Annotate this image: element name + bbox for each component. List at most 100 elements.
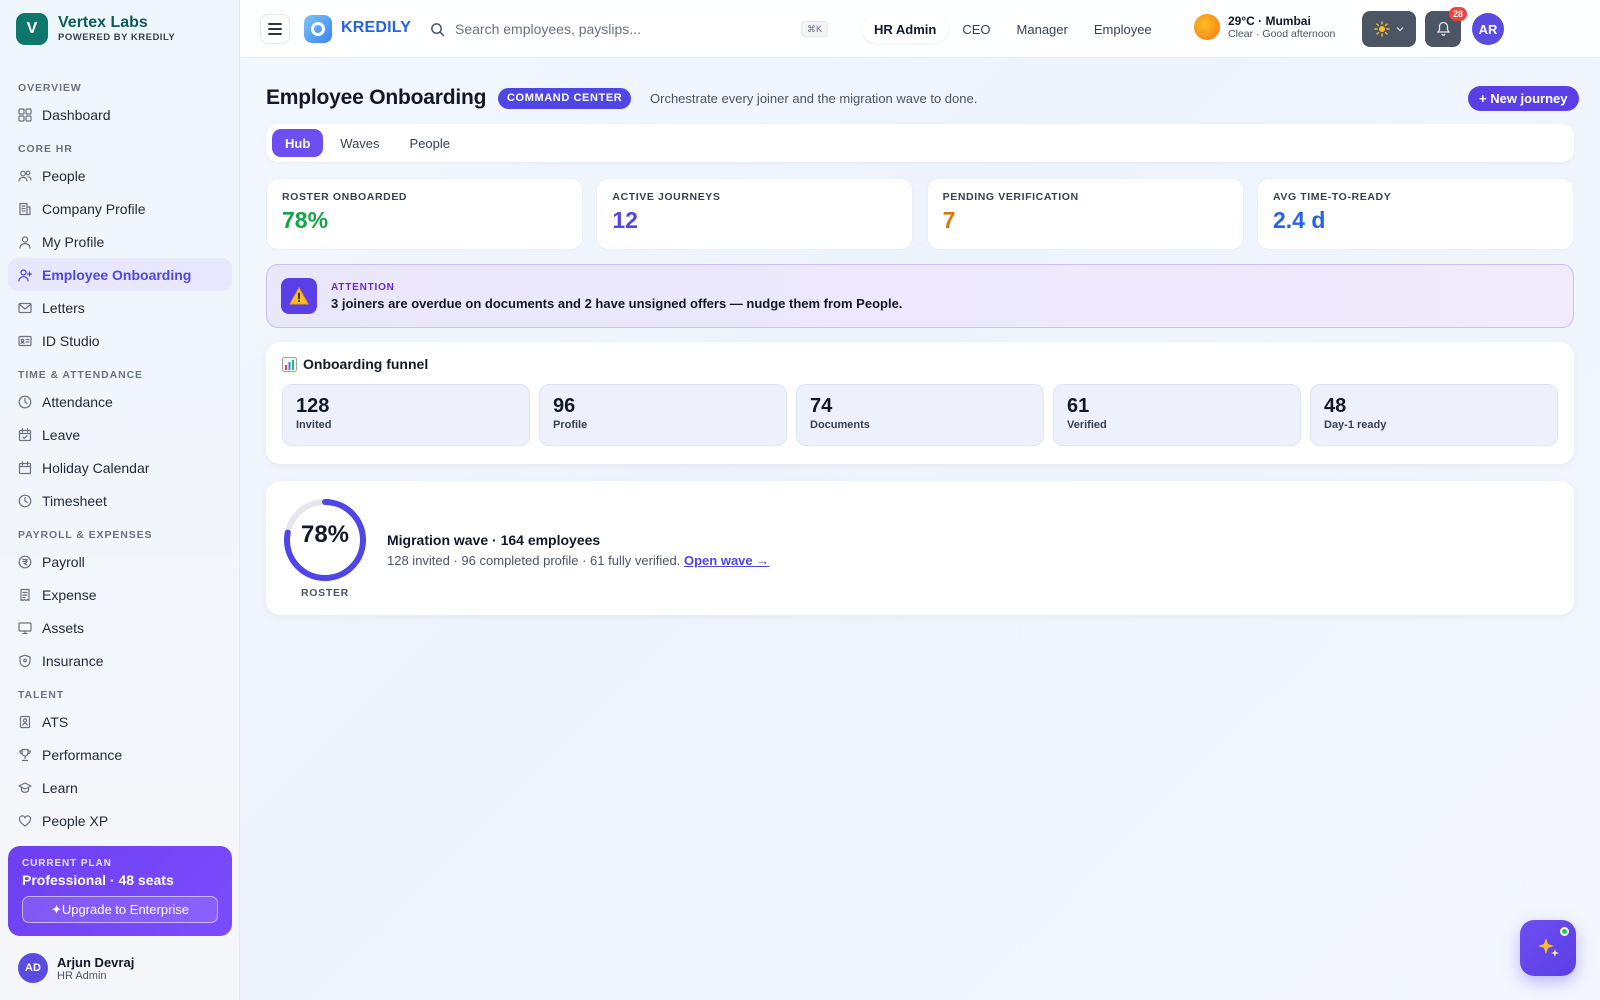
- role-tab-hr-admin[interactable]: HR Admin: [862, 15, 949, 43]
- ai-assistant-button[interactable]: [1520, 920, 1576, 976]
- sidebar-item-expense[interactable]: Expense: [8, 578, 232, 611]
- sidebar-item-label: ATS: [42, 713, 69, 730]
- search-bar: ⌘K: [420, 13, 840, 45]
- sidebar-item-performance[interactable]: Performance: [8, 738, 232, 771]
- sidebar-item-label: Attendance: [42, 393, 113, 410]
- brand-tagline: POWERED BY KREDILY: [58, 32, 176, 43]
- sidebar-item-label: People XP: [42, 812, 109, 829]
- funnel-step[interactable]: 48 Day-1 ready: [1310, 384, 1558, 446]
- kpi-row: ROSTER ONBOARDED 78% ACTIVE JOURNEYS 12 PEND…: [266, 178, 1574, 250]
- tab-people[interactable]: People: [397, 129, 463, 157]
- sidebar-item-company-profile[interactable]: Company Profile: [8, 192, 232, 225]
- open-wave-link[interactable]: Open wave →: [684, 553, 769, 568]
- kpi-card: ACTIVE JOURNEYS 12: [596, 178, 914, 250]
- search-shortcut: ⌘K: [800, 21, 828, 37]
- topbar: KREDILY ⌘K HR AdminCEOManagerEmployee 29…: [240, 0, 1600, 58]
- sidebar-item-attendance[interactable]: Attendance: [8, 385, 232, 418]
- weather-sub: Clear · Good afternoon: [1228, 28, 1336, 40]
- sidebar: V Vertex Labs POWERED BY KREDILY OVERVIE…: [0, 0, 240, 1000]
- sidebar-item-label: Assets: [42, 619, 85, 636]
- tab-hub[interactable]: Hub: [272, 129, 324, 157]
- user-plus-icon: [18, 268, 32, 282]
- role-tab-manager[interactable]: Manager: [1005, 15, 1080, 43]
- nav-section-title: OVERVIEW: [18, 82, 82, 94]
- monitor-icon: [18, 621, 32, 635]
- plan-label: CURRENT PLAN: [22, 858, 112, 869]
- page-subtitle: Orchestrate every joiner and the migrati…: [650, 91, 978, 106]
- migration-wave-card[interactable]: 78% ROSTER Migration wave · 164 employee…: [266, 481, 1574, 615]
- user-profile[interactable]: AD Arjun Devraj HR Admin: [18, 953, 134, 983]
- menu-toggle-button[interactable]: [260, 14, 290, 44]
- new-journey-button[interactable]: + New journey: [1468, 86, 1579, 111]
- brand-logo: V: [16, 13, 48, 45]
- funnel-step[interactable]: 96 Profile: [539, 384, 787, 446]
- sidebar-item-id-studio[interactable]: ID Studio: [8, 324, 232, 357]
- sidebar-item-label: Expense: [42, 586, 97, 603]
- avatar[interactable]: AR: [1472, 13, 1504, 45]
- role-tab-ceo[interactable]: CEO: [950, 15, 1002, 43]
- sidebar-item-label: Employee Onboarding: [42, 266, 192, 283]
- role-tab-employee[interactable]: Employee: [1082, 15, 1164, 43]
- kpi-value: 78%: [282, 207, 329, 233]
- upgrade-button[interactable]: ✦Upgrade to Enterprise: [22, 896, 218, 923]
- sidebar-item-learn[interactable]: Learn: [8, 771, 232, 804]
- funnel-step-value: 128: [296, 395, 330, 417]
- funnel-step[interactable]: 61 Verified: [1053, 384, 1301, 446]
- search-input[interactable]: [455, 21, 795, 37]
- sidebar-item-my-profile[interactable]: My Profile: [8, 225, 232, 258]
- sidebar-item-holiday-calendar[interactable]: Holiday Calendar: [8, 451, 232, 484]
- sidebar-item-letters[interactable]: Letters: [8, 291, 232, 324]
- id-card-icon: [18, 334, 32, 348]
- avatar: AD: [18, 953, 48, 983]
- brand[interactable]: V Vertex Labs POWERED BY KREDILY: [16, 13, 175, 45]
- sidebar-item-payroll[interactable]: Payroll: [8, 545, 232, 578]
- hamburger-icon: [268, 23, 282, 35]
- theme-toggle-button[interactable]: [1362, 11, 1416, 47]
- sun-icon: [1194, 14, 1220, 40]
- sidebar-item-employee-onboarding[interactable]: Employee Onboarding: [8, 258, 232, 291]
- sidebar-item-ats[interactable]: ATS: [8, 705, 232, 738]
- sidebar-item-label: Timesheet: [42, 492, 107, 509]
- sidebar-item-people[interactable]: People: [8, 159, 232, 192]
- heart-icon: [18, 814, 32, 828]
- sidebar-item-timesheet[interactable]: Timesheet: [8, 484, 232, 517]
- clock-icon: [18, 494, 32, 508]
- funnel-step[interactable]: 74 Documents: [796, 384, 1044, 446]
- nav-section-title: PAYROLL & EXPENSES: [18, 529, 153, 541]
- page-title: Employee Onboarding: [266, 86, 487, 109]
- weather-widget: 29°C · Mumbai Clear · Good afternoon: [1194, 14, 1335, 40]
- sidebar-item-assets[interactable]: Assets: [8, 611, 232, 644]
- sidebar-item-leave[interactable]: Leave: [8, 418, 232, 451]
- funnel-step[interactable]: 128 Invited: [282, 384, 530, 446]
- sidebar-item-label: Leave: [42, 426, 81, 443]
- sidebar-item-label: Holiday Calendar: [42, 459, 150, 476]
- sidebar-item-insurance[interactable]: Insurance: [8, 644, 232, 677]
- notifications-button[interactable]: 28: [1425, 7, 1467, 47]
- nav-section-title: TALENT: [18, 689, 65, 701]
- onboarding-funnel-card: Onboarding funnel 128 Invited 96 Profile 74 D…: [266, 342, 1574, 464]
- plan-card: CURRENT PLAN Professional · 48 seats ✦Up…: [8, 846, 232, 936]
- sidebar-item-label: Company Profile: [42, 200, 146, 217]
- graduation-icon: [18, 781, 32, 795]
- plan-name: Professional · 48 seats: [22, 872, 174, 888]
- tab-waves[interactable]: Waves: [327, 129, 392, 157]
- role-switcher: HR Admin CEO Manager Employee: [862, 15, 1166, 43]
- nav-section-title: TIME & ATTENDANCE: [18, 369, 143, 381]
- kpi-value: 7: [942, 207, 956, 233]
- kpi-card: ROSTER ONBOARDED 78%: [266, 178, 583, 250]
- mail-icon: [18, 301, 32, 315]
- search-icon: [431, 22, 445, 36]
- command-center-badge: COMMAND CENTER: [498, 88, 632, 109]
- sidebar-item-dashboard[interactable]: Dashboard: [8, 98, 232, 131]
- sidebar-nav: OVERVIEW Dashboard CORE HR People Company Pr…: [8, 70, 232, 835]
- status-dot: [1560, 927, 1569, 936]
- page-tabs: Hub Waves People: [266, 124, 1574, 162]
- funnel-steps: 128 Invited 96 Profile 74 Documents 61 Verified…: [282, 384, 1558, 446]
- kpi-label: ROSTER ONBOARDED: [282, 191, 408, 203]
- warning-icon: [281, 278, 317, 314]
- grid-icon: [18, 107, 32, 122]
- attention-label: ATTENTION: [331, 281, 395, 293]
- funnel-step-value: 96: [553, 395, 576, 417]
- building-icon: [18, 202, 32, 216]
- sidebar-item-people-xp[interactable]: People XP: [8, 804, 232, 835]
